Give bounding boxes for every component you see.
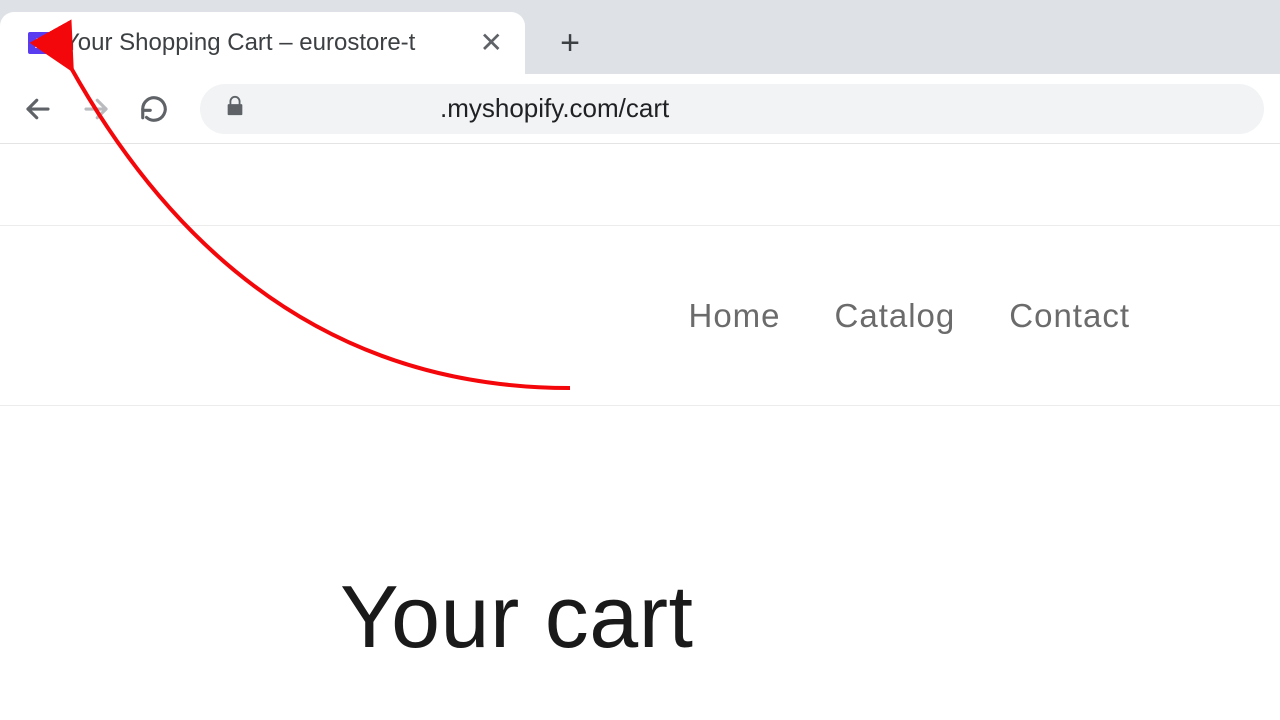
nav-link-contact[interactable]: Contact: [1009, 297, 1130, 335]
lock-icon: [224, 95, 246, 122]
tab-title: Your Shopping Cart – eurostore-t: [64, 29, 462, 57]
reload-button[interactable]: [132, 87, 176, 131]
page-title: Your cart: [340, 566, 1280, 668]
site-nav: Home Catalog Contact: [0, 226, 1280, 406]
close-tab-icon[interactable]: ✕: [476, 29, 507, 57]
url-text: .myshopify.com/cart: [440, 93, 669, 124]
browser-toolbar: .myshopify.com/cart: [0, 74, 1280, 144]
page-top-spacer: [0, 144, 1280, 226]
nav-link-home[interactable]: Home: [688, 297, 780, 335]
nav-link-catalog[interactable]: Catalog: [835, 297, 956, 335]
address-bar[interactable]: .myshopify.com/cart: [200, 84, 1264, 134]
favicon-badge-icon: 2: [28, 32, 50, 54]
cart-heading-section: Your cart: [0, 406, 1280, 668]
browser-tab[interactable]: 2 Your Shopping Cart – eurostore-t ✕: [0, 12, 525, 74]
forward-button[interactable]: [74, 87, 118, 131]
back-button[interactable]: [16, 87, 60, 131]
browser-tab-strip: 2 Your Shopping Cart – eurostore-t ✕ +: [0, 0, 1280, 74]
new-tab-button[interactable]: +: [545, 18, 595, 68]
